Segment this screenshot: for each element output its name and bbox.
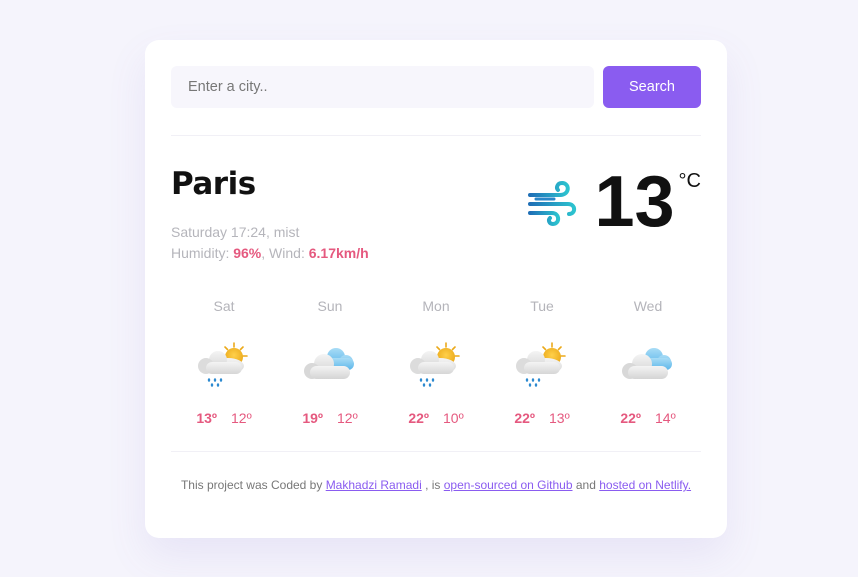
forecast-day: Tue 22º 13º (489, 286, 595, 426)
city-name: Paris (171, 166, 256, 202)
forecast-day-name: Sat (213, 298, 235, 314)
forecast-temperatures: 22º 13º (489, 410, 595, 426)
forecast-min-temp: 13º (549, 410, 570, 426)
wind-value: 6.17km/h (308, 245, 369, 261)
author-link[interactable]: Makhadzi Ramadi (326, 478, 422, 492)
wind-label: , Wind: (261, 245, 309, 261)
current-temperature-block: 13 °C (526, 166, 701, 238)
forecast-temperatures: 13º 12º (171, 410, 277, 426)
humidity-label: Humidity: (171, 245, 234, 261)
city-search-input[interactable] (171, 66, 594, 108)
forecast-temperatures: 22º 14º (595, 410, 701, 426)
cloudy-icon (304, 348, 354, 379)
rain-sun-icon (198, 342, 248, 387)
forecast-max-temp: 13º (196, 410, 217, 426)
forecast-temperatures: 19º 12º (277, 410, 383, 426)
netlify-link[interactable]: hosted on Netlify. (599, 478, 691, 492)
forecast-min-temp: 10º (443, 410, 464, 426)
footer: This project was Coded by Makhadzi Ramad… (171, 478, 701, 492)
rain-sun-icon (410, 342, 460, 387)
footer-text: , is (421, 478, 444, 492)
weather-card: Search Paris Saturday 17:24, mist Humidi… (145, 40, 727, 538)
forecast-day: Sat 13º 12º (171, 286, 277, 426)
github-link[interactable]: open-sourced on Github (444, 478, 573, 492)
forecast-day-name: Sun (317, 298, 343, 314)
forecast-day-name: Mon (422, 298, 450, 314)
forecast: Sat 13º 12º Sun 19º 12º Mon 22º 10º Tue … (171, 286, 701, 426)
forecast-min-temp: 12º (231, 410, 252, 426)
forecast-max-temp: 22º (514, 410, 535, 426)
forecast-min-temp: 14º (655, 410, 676, 426)
search-form: Search (171, 66, 701, 108)
temperature-unit[interactable]: °C (679, 170, 701, 193)
search-button[interactable]: Search (603, 66, 701, 108)
forecast-day-name: Wed (633, 298, 663, 314)
weather-details: Saturday 17:24, mist Humidity: 96%, Wind… (171, 222, 369, 264)
forecast-day: Sun 19º 12º (277, 286, 383, 426)
date-description: Saturday 17:24, mist (171, 224, 300, 240)
forecast-temperatures: 22º 10º (383, 410, 489, 426)
forecast-max-temp: 22º (620, 410, 641, 426)
footer-text: and (572, 478, 600, 492)
wind-icon (528, 180, 577, 226)
current-weather: Paris Saturday 17:24, mist Humidity: 96%… (171, 136, 701, 286)
forecast-max-temp: 19º (302, 410, 323, 426)
footer-text: This project was Coded by (180, 478, 326, 492)
humidity-wind: Humidity: 96%, Wind: 6.17km/h (171, 243, 369, 264)
humidity-value: 96% (233, 245, 262, 261)
forecast-min-temp: 12º (337, 410, 358, 426)
current-temperature: 13 (594, 162, 675, 242)
forecast-day: Wed 22º 14º (595, 286, 701, 426)
divider (171, 451, 701, 452)
forecast-max-temp: 22º (408, 410, 429, 426)
rain-sun-icon (516, 342, 566, 387)
cloudy-icon (622, 348, 672, 379)
forecast-day-name: Tue (530, 298, 554, 314)
forecast-day: Mon 22º 10º (383, 286, 489, 426)
